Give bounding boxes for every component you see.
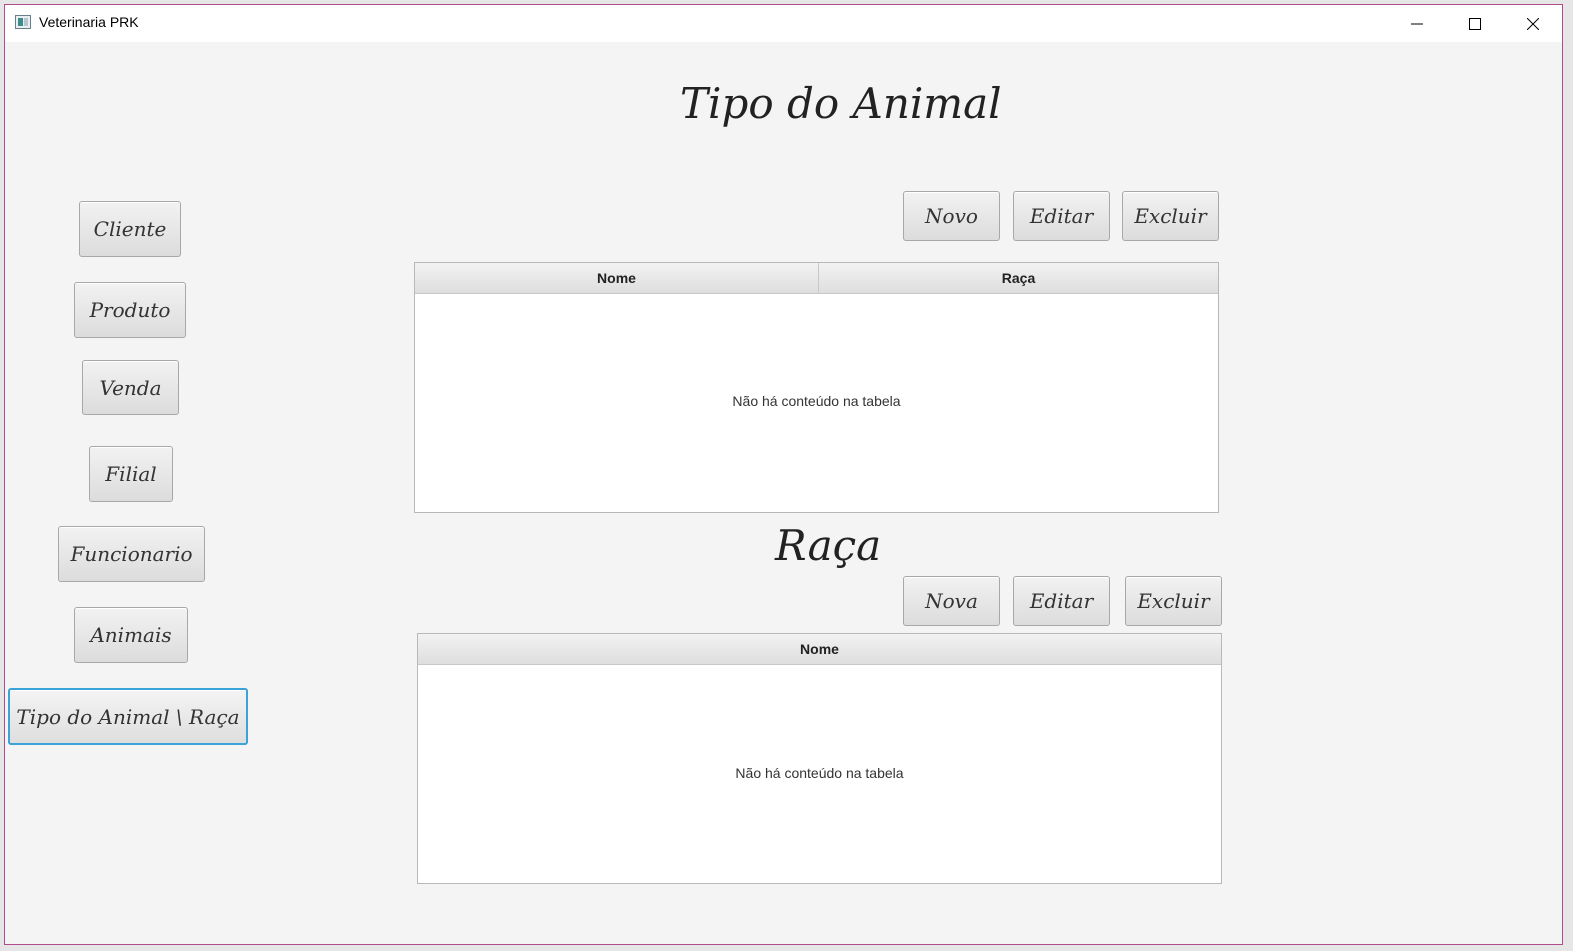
sidebar-item-cliente[interactable]: Cliente: [79, 201, 181, 257]
tipo-animal-new-button[interactable]: Novo: [903, 191, 1000, 241]
raca-new-button[interactable]: Nova: [903, 576, 1000, 626]
app-window: Veterinaria PRK Cliente Produto Venda Fi…: [4, 4, 1563, 945]
app-icon: [15, 15, 31, 29]
raca-edit-button[interactable]: Editar: [1013, 576, 1110, 626]
maximize-icon: [1469, 17, 1481, 30]
column-header-nome[interactable]: Nome: [418, 634, 1221, 664]
empty-table-placeholder: Não há conteúdo na tabela: [732, 393, 901, 409]
sidebar-item-funcionario[interactable]: Funcionario: [58, 526, 205, 582]
raca-delete-button[interactable]: Excluir: [1125, 576, 1222, 626]
table-header: Nome: [418, 634, 1221, 665]
sidebar-item-venda[interactable]: Venda: [82, 360, 179, 415]
tipo-animal-delete-button[interactable]: Excluir: [1122, 191, 1219, 241]
empty-table-placeholder: Não há conteúdo na tabela: [735, 765, 904, 781]
table-header: Nome Raça: [415, 263, 1218, 294]
tipo-animal-edit-button[interactable]: Editar: [1013, 191, 1110, 241]
minimize-button[interactable]: [1388, 5, 1446, 42]
sidebar-item-tipo-animal-raca[interactable]: Tipo do Animal \ Raça: [8, 688, 248, 745]
title-bar[interactable]: Veterinaria PRK: [5, 5, 1562, 42]
window-title: Veterinaria PRK: [39, 14, 139, 30]
tipo-animal-title: Tipo do Animal: [680, 79, 1002, 128]
sidebar-item-filial[interactable]: Filial: [89, 446, 173, 502]
sidebar-item-animais[interactable]: Animais: [74, 607, 188, 663]
column-header-nome[interactable]: Nome: [415, 263, 818, 293]
close-button[interactable]: [1504, 5, 1562, 42]
raca-table[interactable]: Nome Não há conteúdo na tabela: [417, 633, 1222, 884]
minimize-icon: [1411, 23, 1423, 24]
tipo-animal-table[interactable]: Nome Raça Não há conteúdo na tabela: [414, 262, 1219, 513]
close-icon: [1527, 17, 1539, 30]
column-header-raca[interactable]: Raça: [818, 263, 1218, 293]
raca-title: Raça: [775, 521, 882, 570]
sidebar-item-produto[interactable]: Produto: [74, 282, 186, 338]
maximize-button[interactable]: [1446, 5, 1504, 42]
